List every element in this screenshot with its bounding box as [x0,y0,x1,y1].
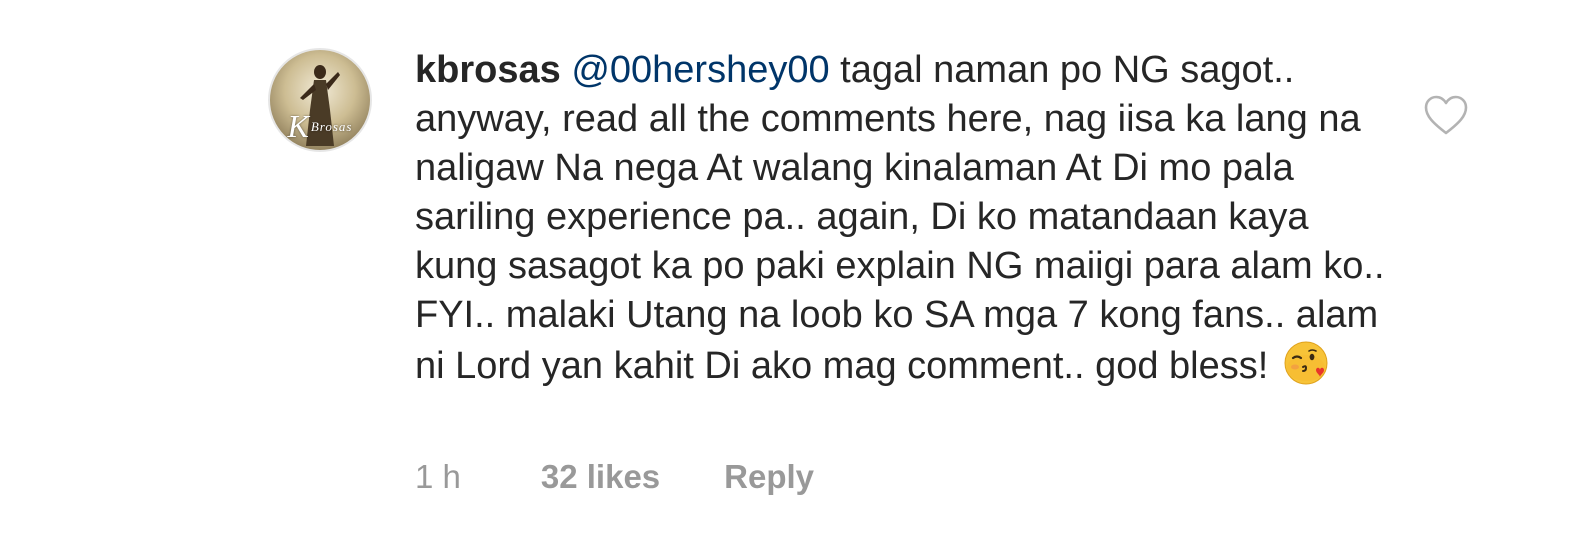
comment-username[interactable]: kbrosas [415,49,561,91]
comment-likes-count[interactable]: 32 likes [541,458,660,496]
comment-body: kbrosas @00hershey00 tagal naman po NG s… [415,46,1395,391]
heart-outline-icon[interactable] [1423,94,1469,136]
avatar-logo-text: KBrosas [287,108,353,144]
comment-mention[interactable]: @00hershey00 [571,49,829,91]
comment-timestamp[interactable]: 1 h [415,458,461,496]
kiss-emoji-icon [1283,340,1329,386]
comment-meta: 1 h 32 likes Reply [415,458,814,496]
avatar[interactable]: KBrosas [268,48,372,152]
comment-text: tagal naman po NG sagot.. anyway, read a… [415,49,1385,387]
reply-button[interactable]: Reply [724,458,814,496]
comment: KBrosas kbrosas @00hershey00 tagal naman… [0,0,1595,535]
